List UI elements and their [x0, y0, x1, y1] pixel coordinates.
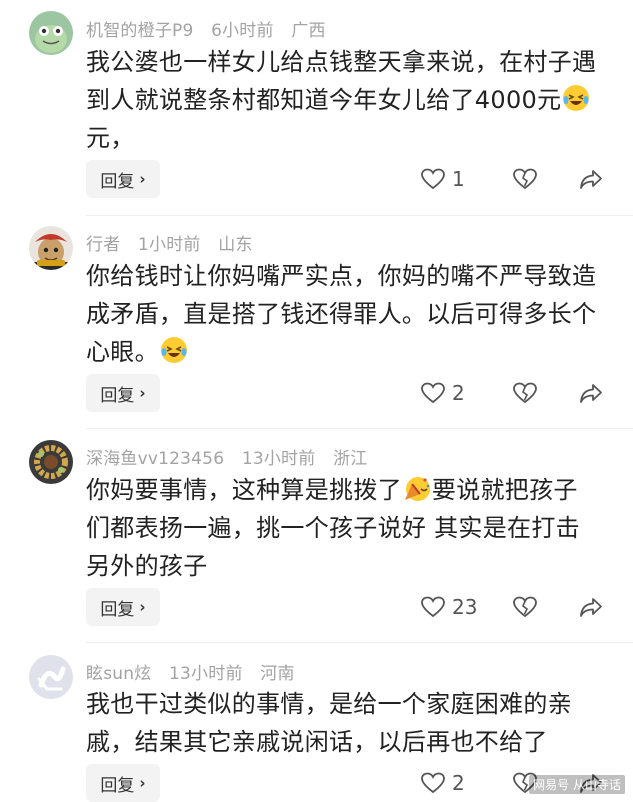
broken-heart-icon[interactable] — [512, 595, 538, 619]
comment-text: 我公婆也一样女儿给点钱整天拿来说，在村子遇 到人就说整条村都知道今年女儿给了40… — [86, 43, 606, 157]
username[interactable]: 机智的橙子P9 — [86, 21, 193, 41]
comment-time: 13小时前 — [241, 449, 316, 469]
laughing-tears-emoji-icon — [563, 85, 590, 111]
comment-line: 到人就说整条村都知道今年女儿给了4000元 — [86, 81, 606, 119]
share-arrow-icon[interactable] — [578, 595, 604, 619]
comment-line: 我也干过类似的事情，是给一个家庭困难的亲 — [86, 690, 572, 718]
like-button[interactable]: 2 — [420, 764, 465, 802]
comment-text: 我也干过类似的事情，是给一个家庭困难的亲 戚，结果其它亲戚说闲话，以后再也不给了 — [86, 685, 606, 761]
comment-meta: 机智的橙子P9 6小时前 广西 — [86, 16, 338, 41]
comment-actions: 1 — [0, 160, 633, 198]
comment-time: 1小时前 — [138, 235, 201, 255]
like-button[interactable]: 2 — [420, 374, 465, 412]
divider — [86, 642, 633, 643]
comment-line: 心眼。 — [86, 333, 606, 371]
share-arrow-icon[interactable] — [578, 381, 604, 405]
heart-outline-icon — [421, 168, 445, 190]
avatar[interactable] — [29, 11, 73, 55]
avatar[interactable] — [29, 440, 73, 484]
like-count: 1 — [452, 167, 465, 191]
username[interactable]: 深海鱼vv123456 — [86, 449, 224, 469]
broken-heart-icon[interactable] — [512, 167, 538, 191]
like-count: 23 — [452, 595, 478, 619]
avatar[interactable] — [29, 226, 73, 270]
like-count: 2 — [452, 771, 465, 795]
like-count: 2 — [452, 381, 465, 405]
comment-location: 浙江 — [333, 449, 368, 469]
heart-outline-icon — [421, 596, 445, 618]
comment-line: 另外的孩子 — [86, 552, 208, 580]
comment-line: 戚，结果其它亲戚说闲话，以后再也不给了 — [86, 728, 548, 756]
like-button[interactable]: 1 — [420, 160, 465, 198]
laughing-tears-emoji-icon — [160, 337, 187, 363]
comment-meta: 行者 1小时前 山东 — [86, 230, 265, 255]
comment-meta: 深海鱼vv123456 13小时前 浙江 — [86, 444, 379, 469]
like-button[interactable]: 23 — [420, 588, 477, 626]
username[interactable]: 眩sun炫 — [86, 664, 151, 684]
divider — [86, 428, 633, 429]
comment-meta: 眩sun炫 13小时前 河南 — [86, 659, 307, 684]
comment-time: 6小时前 — [211, 21, 274, 41]
heart-outline-icon — [421, 382, 445, 404]
comment-line: 元， — [86, 124, 135, 152]
party-emoji-icon — [404, 477, 430, 501]
broken-heart-icon[interactable] — [512, 381, 538, 405]
heart-outline-icon — [421, 772, 445, 794]
avatar[interactable] — [29, 655, 73, 699]
comment-location: 广西 — [291, 21, 326, 41]
comment-line-text: 你妈要事情，这种算是挑拨了 — [86, 476, 402, 504]
comment-location: 河南 — [260, 664, 295, 684]
comment-line: 你给钱时让你妈嘴严实点，你妈的嘴不严导致造 — [86, 262, 597, 290]
comment-line: 你妈要事情，这种算是挑拨了 要说就把孩子 — [86, 471, 606, 509]
comment-line: 们都表扬一遍，挑一个孩子说好 其实是在打击 — [86, 514, 580, 542]
comment-time: 13小时前 — [169, 664, 243, 684]
comment-location: 山东 — [218, 235, 253, 255]
comment-text: 你妈要事情，这种算是挑拨了 要说就把孩子 们都表扬一遍，挑一个孩子说好 其实是在打… — [86, 471, 606, 585]
comment-actions: 2 — [0, 374, 633, 412]
comment-line: 我公婆也一样女儿给点钱整天拿来说，在村子遇 — [86, 48, 597, 76]
comment-actions: 23 — [0, 588, 633, 626]
comment-text: 你给钱时让你妈嘴严实点，你妈的嘴不严导致造 成矛盾，直是搭了钱还得罪人。以后可得… — [86, 257, 606, 371]
share-arrow-icon[interactable] — [578, 167, 604, 191]
comment-line-text: 要说就把孩子 — [431, 476, 578, 504]
comment-line-text: 心眼。 — [86, 338, 159, 366]
watermark: 网易号 从山寺话 — [529, 775, 625, 794]
comment-line: 成矛盾，直是搭了钱还得罪人。以后可得多长个 — [86, 300, 597, 328]
divider — [86, 215, 633, 216]
comment-line-text: 到人就说整条村都知道今年女儿给了4000元 — [86, 86, 562, 114]
username[interactable]: 行者 — [86, 235, 120, 255]
